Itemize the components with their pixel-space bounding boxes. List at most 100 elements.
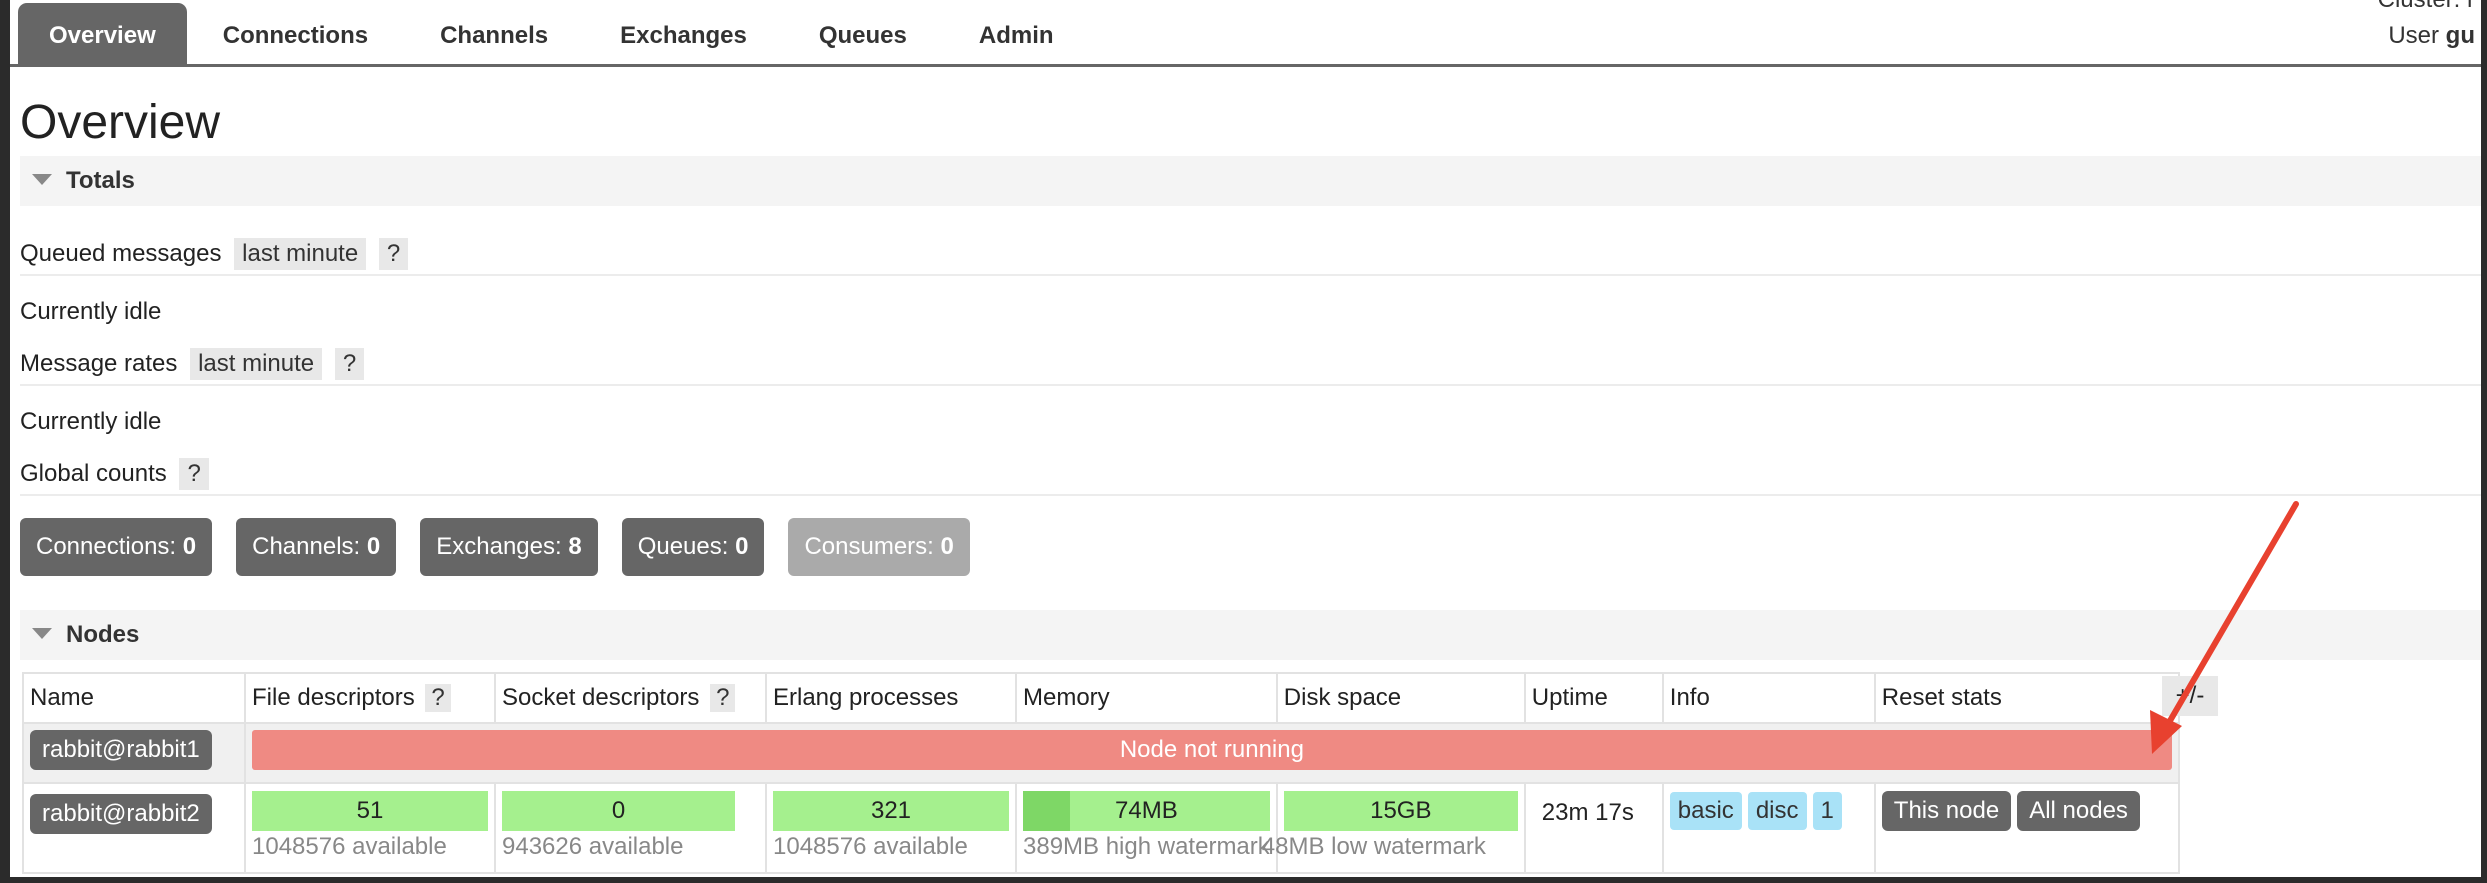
column-help[interactable]: ? [710,684,736,712]
count-label: Queues: [637,533,729,560]
count-value: 0 [940,533,954,560]
user-label: User gu [2388,22,2475,50]
count-value: 0 [182,533,197,560]
disk-space-bar: 15GB [1283,791,1518,831]
channels-count-button[interactable]: Channels: 0 [236,518,397,576]
file-descriptors-bar: 51 [252,791,488,831]
uptime-value: 23m 17s [1541,799,1634,826]
totals-section-title: Totals [66,167,135,194]
tab-admin[interactable]: Admin [943,3,1090,66]
message-rates-range[interactable]: last minute [190,348,323,380]
tab-connections[interactable]: Connections [187,3,404,66]
header-divider [10,64,2481,67]
file-descriptors-cell: 51 1048576 available [244,782,496,874]
reset-stats-cell: This node All nodes [1873,782,2180,874]
main-tabs: Overview Connections Channels Exchanges … [18,3,1090,66]
reset-all-nodes-button[interactable]: All nodes [2017,791,2140,831]
column-label: Name [30,684,95,711]
tab-exchanges[interactable]: Exchanges [584,3,783,66]
arrow-shaft [2157,501,2299,741]
user-name: gu [2445,22,2475,49]
tab-queues[interactable]: Queues [783,3,943,66]
column-label: Info [1669,684,1710,711]
column-label: Erlang processes [773,684,959,711]
column-header-socket-descriptors: Socket descriptors ? [494,672,767,724]
frame-right-edge [2481,0,2487,883]
info-cell: basic disc 1 [1661,782,1876,874]
erlang-processes-value: 321 [870,797,912,824]
queued-messages-help[interactable]: ? [378,238,409,270]
column-header-info: Info [1661,672,1876,724]
node-name-button[interactable]: rabbit@rabbit1 [30,730,212,770]
exchanges-count-button[interactable]: Exchanges: 8 [420,518,598,576]
socket-descriptors-value: 0 [611,797,626,824]
file-descriptors-value: 51 [356,797,384,824]
info-chip-disc[interactable]: disc [1747,792,1807,830]
count-value: 0 [735,533,749,560]
reset-this-node-button[interactable]: This node [1881,791,2012,831]
socket-descriptors-cell: 0 943626 available [494,782,767,874]
column-header-file-descriptors: File descriptors ? [244,672,496,724]
column-label: File descriptors [252,684,415,711]
node-name-button[interactable]: rabbit@rabbit2 [30,794,212,834]
cluster-label: Cluster: r [2378,0,2475,14]
column-header-uptime: Uptime [1523,672,1664,724]
file-descriptors-available: 1048576 available [252,833,447,860]
arrow-head [2150,710,2182,754]
nodes-section-header[interactable]: Nodes [20,610,2481,660]
tab-channels[interactable]: Channels [404,3,584,66]
global-counts-help[interactable]: ? [179,458,209,490]
queued-messages-row: Queued messages last minute ? [20,238,409,270]
header: Overview Connections Channels Exchanges … [10,0,2481,68]
memory-value: 74MB [1115,797,1178,824]
rates-status-text: Currently idle [20,408,162,435]
queued-messages-range[interactable]: last minute [234,238,367,270]
uptime-cell: 23m 17s [1523,782,1664,874]
table-header-row: Name File descriptors ? Socket descripto… [22,672,2180,724]
message-rates-help[interactable]: ? [334,348,365,380]
column-label: Socket descriptors [502,684,700,711]
divider [20,494,2481,496]
page-title: Overview [20,96,221,149]
column-label: Disk space [1283,684,1402,711]
disk-watermark: 48MB low watermark [1261,833,1486,860]
socket-descriptors-available: 943626 available [502,833,684,860]
erlang-processes-available: 1048576 available [773,833,968,860]
disk-space-value: 15GB [1370,797,1432,824]
node-status-cell: Node not running [244,722,2180,784]
table-row: rabbit@rabbit2 51 1048576 available 0 94… [22,782,2180,874]
divider [20,274,2481,276]
column-header-erlang-processes: Erlang processes [765,672,1017,724]
count-label: Channels: [252,533,361,560]
global-counts: Connections: 0 Channels: 0 Exchanges: 8 … [20,518,970,576]
info-chip-basic[interactable]: basic [1669,792,1742,830]
column-label: Memory [1023,684,1110,711]
annotation-arrow-icon [2150,501,2299,754]
totals-section-header[interactable]: Totals [20,156,2481,206]
count-label: Consumers: [804,533,934,560]
socket-descriptors-bar: 0 [502,791,735,831]
message-rates-label: Message rates [20,350,178,377]
collapse-triangle-icon [32,174,52,186]
erlang-processes-bar: 321 [773,791,1009,831]
message-rates-row: Message rates last minute ? [20,348,365,380]
info-chip-count[interactable]: 1 [1812,792,1842,830]
nodes-table: Name File descriptors ? Socket descripto… [22,672,2180,874]
column-label: Uptime [1531,684,1608,711]
column-help[interactable]: ? [425,684,451,712]
tab-overview[interactable]: Overview [18,3,187,66]
column-header-memory: Memory [1015,672,1278,724]
consumers-count-button[interactable]: Consumers: 0 [788,518,970,576]
memory-cell: 74MB 389MB high watermark [1015,782,1278,874]
connections-count-button[interactable]: Connections: 0 [20,518,213,576]
count-label: Connections: [36,533,177,560]
queues-count-button[interactable]: Queues: 0 [621,518,765,576]
queued-messages-label: Queued messages [20,240,222,267]
column-label: Reset stats [1881,684,2002,711]
column-header-disk-space: Disk space [1275,672,1526,724]
column-header-name: Name [22,672,246,724]
count-value: 0 [366,533,381,560]
node-name-cell: rabbit@rabbit2 [22,782,246,874]
global-counts-label: Global counts [20,460,167,487]
erlang-processes-cell: 321 1048576 available [765,782,1017,874]
